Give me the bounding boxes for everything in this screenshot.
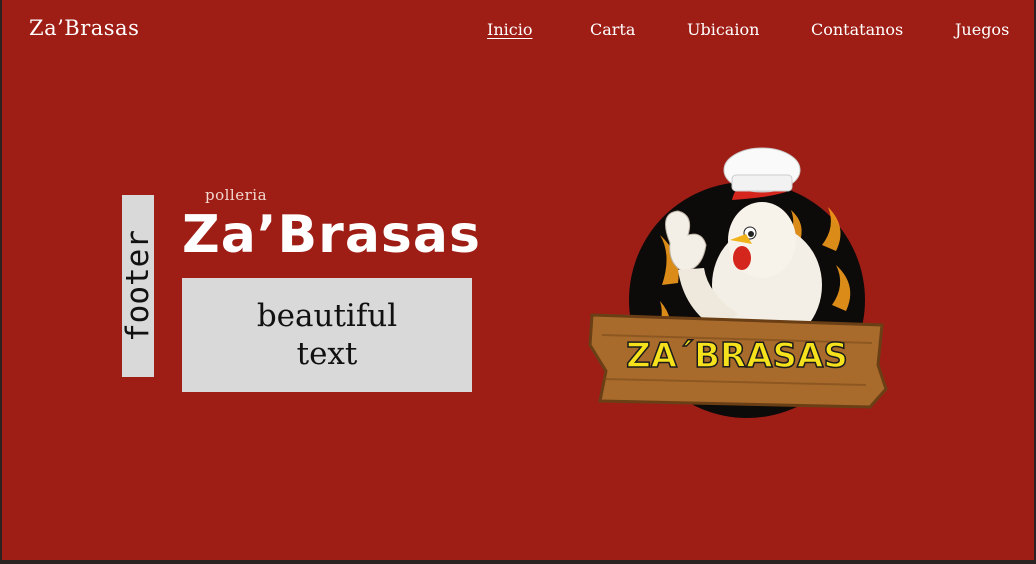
nav-inicio[interactable]: Inicio [487,20,532,39]
footer-tag: footer [120,195,156,377]
top-nav: Inicio Carta Ubicaion Contatanos Juegos [2,20,1034,50]
chicken-logo-image: ZA´BRASAS [588,147,888,418]
nav-carta[interactable]: Carta [590,20,635,39]
footer-tag-label: footer [120,230,156,342]
nav-juegos[interactable]: Juegos [955,20,1009,39]
hero-title: Za’Brasas [182,205,481,265]
nav-contatanos[interactable]: Contatanos [811,20,903,39]
page: Za’Brasas Inicio Carta Ubicaion Contatan… [2,0,1034,560]
text-box-label: beautiful text [256,298,398,372]
nav-ubicaion[interactable]: Ubicaion [687,20,759,39]
logo-text: ZA´BRASAS [626,336,848,376]
text-box: beautiful text [182,278,472,392]
hero-subtitle: polleria [205,186,268,204]
